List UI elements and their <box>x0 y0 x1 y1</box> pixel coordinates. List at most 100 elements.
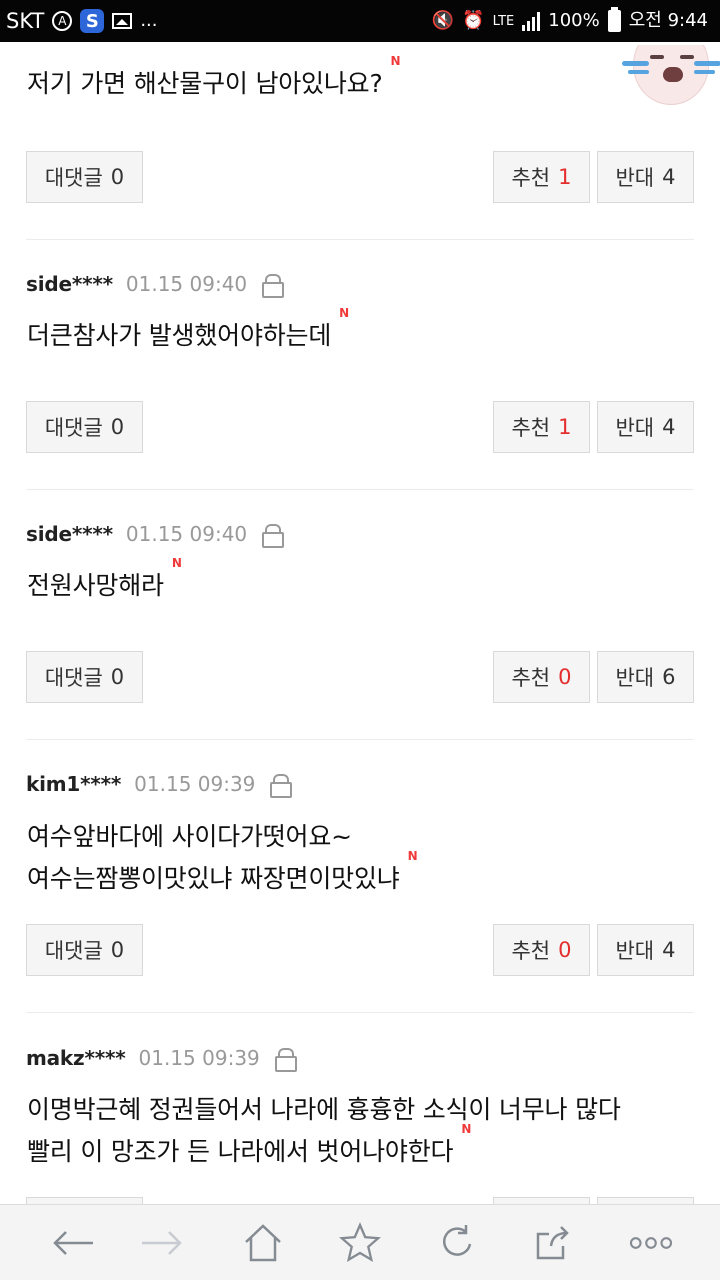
back-icon[interactable] <box>52 1222 94 1264</box>
comment-author: side**** <box>26 522 113 546</box>
reply-button[interactable]: 대댓글 0 <box>26 924 143 976</box>
lock-icon[interactable] <box>261 274 285 298</box>
comment-actions: 대댓글 0 추천 0 반대 4 <box>26 924 694 976</box>
oppose-button[interactable] <box>597 1197 694 1204</box>
oppose-label: 반대 <box>615 166 655 190</box>
reply-button[interactable] <box>26 1197 143 1204</box>
comment-item: side**** 01.15 09:40 전원사망해라 N 대댓글 0 추천 0 반대… <box>26 490 694 740</box>
lock-icon[interactable] <box>269 774 293 798</box>
oppose-count: 6 <box>662 665 676 689</box>
comment-timestamp: 01.15 09:39 <box>138 1046 260 1070</box>
new-badge: N <box>339 306 349 320</box>
crying-avatar-icon <box>622 45 720 107</box>
reply-label: 대댓글 <box>44 666 103 690</box>
network-type: LTE <box>492 13 515 29</box>
comment-item: kim1**** 01.15 09:39 여수앞바다에 사이다가떳어요~ 여수는… <box>26 740 694 1012</box>
recommend-count: 0 <box>558 938 572 962</box>
browser-bottom-nav <box>0 1204 720 1280</box>
reply-label: 대댓글 <box>44 166 103 190</box>
comment-meta: kim1**** 01.15 09:39 <box>26 769 293 799</box>
comment-timestamp: 01.15 09:40 <box>125 522 248 546</box>
forward-icon[interactable] <box>141 1222 183 1264</box>
mute-icon: 🔇 <box>431 10 455 31</box>
comment-text: 여수앞바다에 사이다가떳어요~ 여수는짬뽕이맛있냐 짜장면이맛있냐 N <box>27 816 418 900</box>
recommend-label: 추천 <box>511 166 551 190</box>
comment-actions: 대댓글 0 추천 1 반대 4 <box>26 401 694 453</box>
comment-text: 전원사망해라 N <box>27 557 182 607</box>
comment-actions <box>26 1197 694 1204</box>
comment-body-line-2: 빨리 이 망조가 든 나라에서 벗어나야한다 <box>27 1137 454 1166</box>
signal-icon <box>522 11 541 31</box>
comment-meta: side**** 01.15 09:40 <box>26 269 285 299</box>
recommend-button[interactable]: 추천 1 <box>493 401 590 453</box>
recommend-button[interactable]: 추천 0 <box>493 651 590 703</box>
status-right: 🔇 ⏰ LTE 100% 오전 9:44 <box>431 7 708 32</box>
oppose-button[interactable]: 반대 4 <box>597 151 694 203</box>
reply-count: 0 <box>110 938 125 962</box>
new-badge: N <box>390 54 401 68</box>
comment-author: makz**** <box>26 1046 126 1070</box>
recommend-count: 1 <box>558 415 572 439</box>
oppose-button[interactable]: 반대 6 <box>597 651 694 703</box>
comment-item: 저기 가면 해산물구이 남아있나요? N 대댓글 0 추천 1 반대 4 <box>26 42 720 240</box>
refresh-icon[interactable] <box>436 1222 478 1264</box>
new-badge: N <box>171 556 182 570</box>
comment-list[interactable]: 저기 가면 해산물구이 남아있나요? N 대댓글 0 추천 1 반대 4 side***… <box>0 42 720 1204</box>
reply-label: 대댓글 <box>44 416 103 440</box>
comment-author: kim1**** <box>26 772 122 796</box>
recommend-count: 1 <box>558 165 572 189</box>
home-icon[interactable] <box>242 1222 284 1264</box>
oppose-button[interactable]: 반대 4 <box>597 924 694 976</box>
share-icon[interactable] <box>532 1222 574 1264</box>
more-notifications-label: ... <box>140 10 158 31</box>
comment-meta: makz**** 01.15 09:39 <box>26 1043 297 1073</box>
comment-body: 전원사망해라 <box>27 571 164 600</box>
recommend-label: 추천 <box>511 666 551 690</box>
samsung-app-icon: S <box>80 9 105 33</box>
recommend-button[interactable]: 추천 0 <box>493 924 590 976</box>
comment-body-line-1: 이명박근혜 정권들어서 나라에 흉흉한 소식이 너무나 많다 <box>27 1095 621 1124</box>
battery-percent: 100% <box>548 10 600 31</box>
oppose-button[interactable]: 반대 4 <box>597 401 694 453</box>
comment-actions: 대댓글 0 추천 1 반대 4 <box>26 151 694 203</box>
oppose-count: 4 <box>662 938 676 962</box>
reply-count: 0 <box>110 665 125 689</box>
oppose-label: 반대 <box>615 666 655 690</box>
comment-text: 이명박근혜 정권들어서 나라에 흉흉한 소식이 너무나 많다 빨리 이 망조가 … <box>27 1089 621 1173</box>
clock-label: 오전 9:44 <box>628 10 708 31</box>
reply-label: 대댓글 <box>44 939 103 963</box>
oppose-label: 반대 <box>615 939 655 963</box>
comment-text: 저기 가면 해산물구이 남아있나요? N <box>27 55 401 105</box>
reply-button[interactable]: 대댓글 0 <box>26 151 143 203</box>
recommend-button[interactable] <box>493 1197 590 1204</box>
status-bar: SKT A S ... 🔇 ⏰ LTE 100% 오전 9:44 <box>0 0 720 42</box>
status-left: SKT A S ... <box>6 9 157 33</box>
recommend-label: 추천 <box>511 416 551 440</box>
comment-item: side**** 01.15 09:40 더큰참사가 발생했어야하는데 N 대댓글… <box>26 240 694 490</box>
comment-item: makz**** 01.15 09:39 이명박근혜 정권들어서 나라에 흉흉한… <box>26 1013 694 1204</box>
recommend-count: 0 <box>558 665 572 689</box>
lock-icon[interactable] <box>274 1048 297 1072</box>
oppose-count: 4 <box>662 165 676 189</box>
avatar-face <box>633 45 709 105</box>
lock-icon[interactable] <box>261 524 285 548</box>
reply-button[interactable]: 대댓글 0 <box>26 651 143 703</box>
alarm-icon: ⏰ <box>462 10 485 31</box>
oppose-count: 4 <box>662 415 676 439</box>
recommend-label: 추천 <box>511 939 551 963</box>
comment-body: 저기 가면 해산물구이 남아있나요? <box>27 69 383 98</box>
bookmark-star-icon[interactable] <box>339 1222 381 1264</box>
comment-body-line-2: 여수는짬뽕이맛있냐 짜장면이맛있냐 <box>27 864 400 893</box>
comment-body-line-1: 여수앞바다에 사이다가떳어요~ <box>27 822 352 851</box>
comment-meta: side**** 01.15 09:40 <box>26 519 285 549</box>
reply-count: 0 <box>110 165 125 189</box>
recommend-button[interactable]: 추천 1 <box>493 151 590 203</box>
accessibility-icon: A <box>52 11 73 31</box>
carrier-label: SKT <box>6 9 45 33</box>
reply-count: 0 <box>110 415 125 439</box>
comment-text: 더큰참사가 발생했어야하는데 N <box>27 307 349 357</box>
battery-icon <box>607 7 621 32</box>
reply-button[interactable]: 대댓글 0 <box>26 401 143 453</box>
more-icon[interactable] <box>630 1222 672 1264</box>
gallery-icon <box>112 13 133 29</box>
